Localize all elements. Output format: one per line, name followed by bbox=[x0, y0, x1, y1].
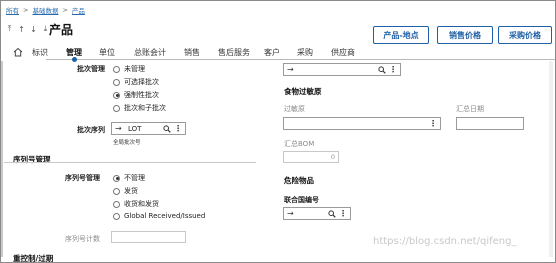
window: 所有 > 基础数据 > 产品 ⤒ ↑ ↓ ⤓ 产品 产品-地点 销售价格 采购价… bbox=[0, 0, 556, 263]
batch-sequence-label: 批次序列 bbox=[77, 126, 105, 134]
tab-units[interactable]: 单位 bbox=[99, 47, 115, 58]
arrow-right-icon[interactable]: → bbox=[287, 65, 297, 74]
serial-counter-input[interactable] bbox=[111, 231, 186, 243]
tab-suppliers[interactable]: 供应商 bbox=[331, 47, 355, 58]
radio-batch-and-sub[interactable]: 批次和子批次 bbox=[113, 103, 166, 113]
radio-icon[interactable] bbox=[113, 78, 120, 86]
radio-icon[interactable] bbox=[113, 200, 120, 208]
tab-after-sales[interactable]: 售后服务 bbox=[218, 47, 250, 58]
more-options-icon[interactable]: ⋮ bbox=[339, 209, 347, 218]
total-date-label: 汇总日期 bbox=[456, 105, 484, 113]
radio-selected-icon[interactable] bbox=[113, 91, 120, 99]
product-location-button[interactable]: 产品-地点 bbox=[373, 26, 429, 44]
arrow-right-icon[interactable]: → bbox=[287, 209, 297, 218]
radio-icon[interactable] bbox=[113, 104, 120, 112]
tab-sales[interactable]: 销售 bbox=[184, 47, 200, 58]
watermark: https://blog.csdn.net/qifeng_ bbox=[373, 236, 517, 247]
allergen-label: 过敏原 bbox=[284, 105, 305, 113]
more-options-icon[interactable]: ⋮ bbox=[429, 119, 437, 128]
hazard-section-title: 危险物品 bbox=[284, 176, 314, 185]
more-options-icon[interactable]: ⋮ bbox=[389, 65, 397, 74]
total-bom-input[interactable]: 0 bbox=[283, 151, 339, 163]
total-date-input[interactable] bbox=[456, 117, 524, 130]
radio-icon[interactable] bbox=[113, 65, 120, 73]
un-number-label: 联合国编号 bbox=[284, 196, 319, 204]
breadcrumb-root[interactable]: 所有 bbox=[6, 5, 19, 15]
allergen-select[interactable]: ⋮ bbox=[283, 117, 441, 130]
radio-selected-icon[interactable] bbox=[113, 174, 120, 182]
vertical-scrollbar[interactable] bbox=[549, 61, 553, 257]
next-record-icon[interactable]: ↓ bbox=[29, 23, 38, 35]
sales-price-button[interactable]: 销售价格 bbox=[437, 26, 493, 44]
purchase-price-button[interactable]: 采购价格 bbox=[498, 26, 552, 44]
tab-purchasing[interactable]: 采购 bbox=[297, 47, 313, 58]
batch-sequence-value: LOT bbox=[128, 124, 142, 133]
tab-general-ledger[interactable]: 总账会计 bbox=[134, 47, 166, 58]
first-record-icon[interactable]: ⤒ bbox=[5, 23, 14, 35]
serial-counter-label: 序列号计数 bbox=[65, 235, 100, 243]
radio-serial-receive-ship[interactable]: 收货和发货 bbox=[113, 199, 159, 209]
tab-underline bbox=[46, 59, 555, 60]
batch-sequence-field[interactable]: → LOT ⋮ bbox=[111, 122, 186, 135]
page-title: 产品 bbox=[49, 23, 74, 37]
previous-record-icon[interactable]: ↑ bbox=[17, 23, 26, 35]
batch-management-label: 批次管理 bbox=[77, 65, 105, 73]
radio-serial-ship[interactable]: 发货 bbox=[113, 186, 138, 196]
section-divider bbox=[4, 162, 256, 163]
radio-icon[interactable] bbox=[113, 187, 120, 195]
active-tab-indicator bbox=[72, 57, 77, 62]
tab-customers[interactable]: 客户 bbox=[264, 47, 280, 58]
batch-sequence-hint: 全局批次号 bbox=[113, 140, 141, 146]
breadcrumb-basic-data[interactable]: 基础数据 bbox=[32, 5, 58, 15]
un-number-field[interactable]: → ⋮ bbox=[283, 207, 351, 220]
left-edge bbox=[1, 61, 3, 257]
radio-batch-none[interactable]: 未管理 bbox=[113, 64, 145, 74]
radio-serial-global[interactable]: Global Received/Issued bbox=[113, 212, 205, 220]
total-bom-label: 汇总BOM bbox=[284, 140, 315, 148]
more-options-icon[interactable]: ⋮ bbox=[174, 124, 182, 133]
radio-batch-mandatory[interactable]: 强制性批次 bbox=[113, 90, 159, 100]
search-icon[interactable] bbox=[378, 65, 386, 74]
breadcrumb-separator: > bbox=[62, 6, 68, 14]
radio-serial-none[interactable]: 不管理 bbox=[113, 173, 145, 183]
arrow-right-icon[interactable]: → bbox=[115, 124, 125, 133]
search-icon[interactable] bbox=[163, 124, 171, 133]
serial-section-title: 序列号管理 bbox=[13, 155, 51, 164]
next-section-title: 重控制/过期 bbox=[13, 254, 54, 263]
breadcrumb-current[interactable]: 产品 bbox=[72, 5, 85, 15]
record-navigation: ⤒ ↑ ↓ ⤓ bbox=[5, 23, 50, 35]
breadcrumb-separator: > bbox=[23, 6, 29, 14]
search-icon[interactable] bbox=[328, 209, 336, 218]
home-icon[interactable] bbox=[13, 47, 23, 57]
serial-management-label: 序列号管理 bbox=[65, 174, 100, 182]
radio-batch-optional[interactable]: 可选择批次 bbox=[113, 77, 159, 87]
tab-identification[interactable]: 标识 bbox=[32, 47, 48, 58]
breadcrumb: 所有 > 基础数据 > 产品 bbox=[6, 5, 85, 15]
radio-icon[interactable] bbox=[113, 212, 120, 220]
food-allergen-section-title: 食物过敏原 bbox=[284, 87, 322, 96]
product-lookup-field[interactable]: → ⋮ bbox=[283, 63, 401, 76]
